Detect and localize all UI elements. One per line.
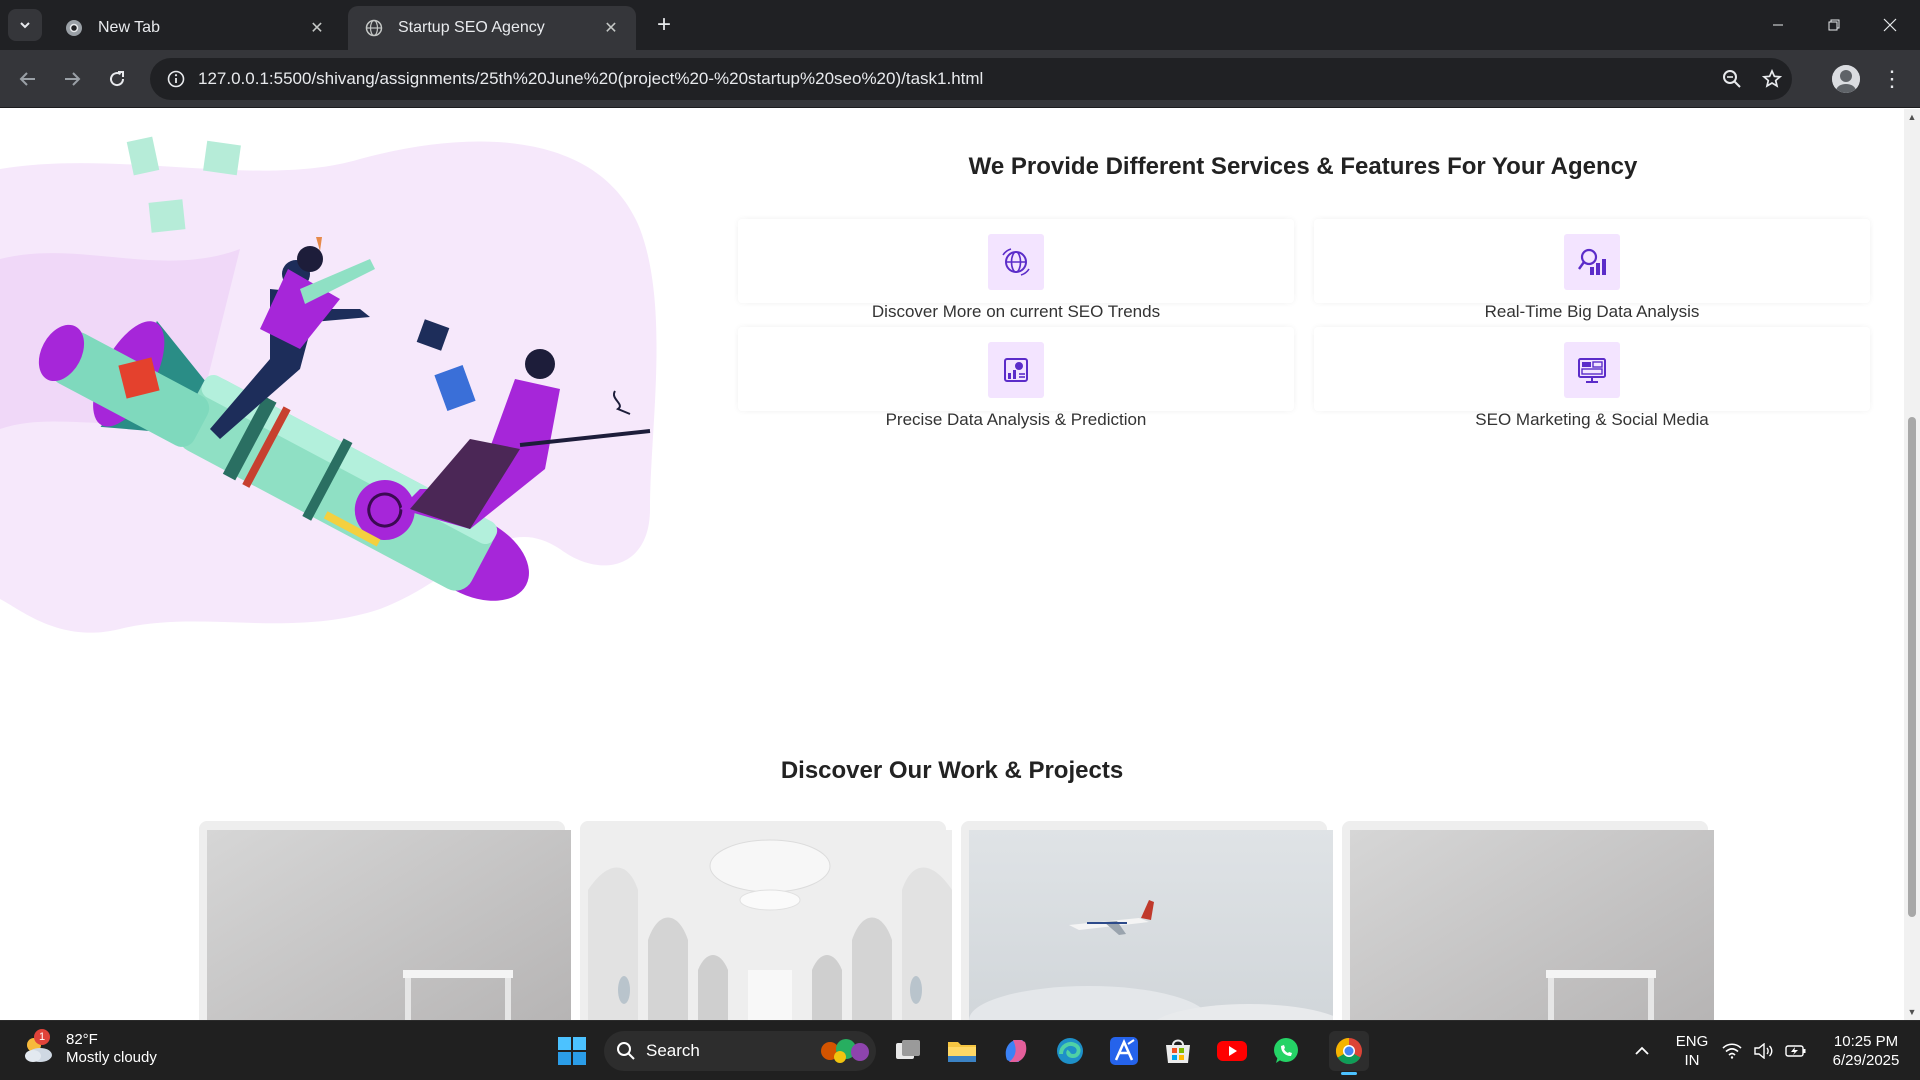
analytics-search-icon: [1564, 234, 1620, 290]
tab-search-button[interactable]: [8, 9, 42, 41]
scroll-down-arrow-icon[interactable]: ▼: [1904, 1004, 1920, 1020]
show-hidden-icons-icon[interactable]: [1622, 1031, 1662, 1071]
clock-date: 6/29/2025: [1832, 1052, 1900, 1069]
clock[interactable]: 10:25 PM 6/29/2025: [1816, 1032, 1916, 1070]
service-label: Precise Data Analysis & Prediction: [885, 410, 1147, 429]
new-tab-button[interactable]: +: [650, 11, 678, 39]
browser-menu-icon[interactable]: ⋮: [1880, 63, 1904, 95]
chrome-taskbar-icon[interactable]: [1329, 1031, 1369, 1075]
clock-time: 10:25 PM: [1833, 1033, 1899, 1050]
copilot-icon[interactable]: [996, 1031, 1036, 1071]
globe-dollar-icon: [988, 234, 1044, 290]
weather-temp: 82°F: [66, 1031, 98, 1048]
service-label: Real-Time Big Data Analysis: [1484, 302, 1700, 321]
language-indicator[interactable]: ENG IN: [1672, 1032, 1712, 1070]
page-viewport: We Provide Different Services & Features…: [0, 109, 1904, 1020]
forward-icon[interactable]: [56, 63, 88, 95]
service-card[interactable]: [1314, 327, 1870, 411]
tab-new-tab[interactable]: New Tab ✕: [48, 6, 342, 50]
service-card[interactable]: [738, 219, 1294, 303]
zoom-icon[interactable]: [1712, 59, 1752, 99]
browser-tab-bar: New Tab ✕ Startup SEO Agency ✕ +: [0, 0, 1920, 50]
close-window-icon[interactable]: [1862, 0, 1918, 50]
service-label: SEO Marketing & Social Media: [1475, 410, 1709, 429]
rocket-team-illustration: [0, 136, 657, 633]
monitor-ads-icon: [1564, 342, 1620, 398]
weather-badge: 1: [34, 1029, 50, 1045]
url-text[interactable]: 127.0.0.1:5500/shivang/assignments/25th%…: [198, 69, 1712, 89]
file-explorer-icon[interactable]: [942, 1031, 982, 1071]
globe-icon: [364, 18, 384, 38]
profile-avatar[interactable]: [1832, 65, 1860, 93]
battery-icon[interactable]: [1778, 1031, 1814, 1071]
project-card[interactable]: [961, 821, 1333, 1020]
wifi-icon[interactable]: [1714, 1031, 1750, 1071]
project-card[interactable]: [199, 821, 571, 1020]
airplane-sky-image: [969, 830, 1333, 1020]
youtube-icon[interactable]: [1212, 1031, 1252, 1071]
chart-report-icon: [988, 342, 1044, 398]
chrome-icon: [64, 18, 84, 38]
service-card[interactable]: [738, 327, 1294, 411]
restore-icon[interactable]: [1806, 0, 1862, 50]
edge-browser-icon[interactable]: [1050, 1031, 1090, 1071]
search-highlight-icon: [821, 1039, 869, 1063]
tab-title: New Tab: [98, 19, 160, 36]
white-hallway-image: [588, 830, 952, 1020]
search-label: Search: [646, 1041, 700, 1060]
volume-icon[interactable]: [1746, 1031, 1782, 1071]
tab-title: Startup SEO Agency: [398, 19, 545, 36]
scroll-up-arrow-icon[interactable]: ▲: [1904, 109, 1920, 125]
back-icon[interactable]: [12, 63, 44, 95]
chevron-down-icon: [20, 22, 30, 29]
windows-taskbar: 1 82°F Mostly cloudy Search ENG IN 10:25…: [0, 1020, 1920, 1080]
region-code: IN: [1684, 1052, 1700, 1069]
reload-icon[interactable]: [101, 63, 133, 95]
pen-app-icon[interactable]: [1104, 1031, 1144, 1071]
tab-startup-seo-agency[interactable]: Startup SEO Agency ✕: [348, 6, 636, 50]
bookmark-star-icon[interactable]: [1752, 59, 1792, 99]
page-scrollbar[interactable]: ▲ ▼: [1904, 109, 1920, 1020]
close-tab-icon[interactable]: ✕: [306, 17, 328, 39]
service-card[interactable]: [1314, 219, 1870, 303]
service-label: Discover More on current SEO Trends: [871, 302, 1161, 321]
empty-room-image: [1350, 830, 1714, 1020]
empty-room-image: [207, 830, 571, 1020]
work-heading: Discover Our Work & Projects: [780, 757, 1124, 784]
weather-condition: Mostly cloudy: [66, 1049, 157, 1066]
close-tab-icon[interactable]: ✕: [600, 17, 622, 39]
weather-widget[interactable]: 1 82°F Mostly cloudy: [20, 1029, 157, 1067]
services-heading: We Provide Different Services & Features…: [968, 153, 1638, 180]
project-card[interactable]: [1342, 821, 1714, 1020]
windows-start-icon[interactable]: [552, 1031, 592, 1071]
scrollbar-thumb[interactable]: [1908, 417, 1916, 917]
browser-toolbar: 127.0.0.1:5500/shivang/assignments/25th%…: [0, 50, 1920, 108]
whatsapp-icon[interactable]: [1266, 1031, 1306, 1071]
task-view-icon[interactable]: [888, 1031, 928, 1071]
minimize-icon[interactable]: [1750, 0, 1806, 50]
address-bar[interactable]: 127.0.0.1:5500/shivang/assignments/25th%…: [150, 58, 1792, 100]
microsoft-store-icon[interactable]: [1158, 1031, 1198, 1071]
project-card[interactable]: [580, 821, 952, 1020]
cloud-sun-icon: 1: [20, 1029, 56, 1067]
language-code: ENG: [1675, 1033, 1709, 1050]
taskbar-search-box[interactable]: Search: [604, 1031, 876, 1071]
active-app-indicator: [1341, 1072, 1357, 1075]
site-info-icon[interactable]: [164, 67, 188, 91]
search-icon: [617, 1042, 635, 1060]
